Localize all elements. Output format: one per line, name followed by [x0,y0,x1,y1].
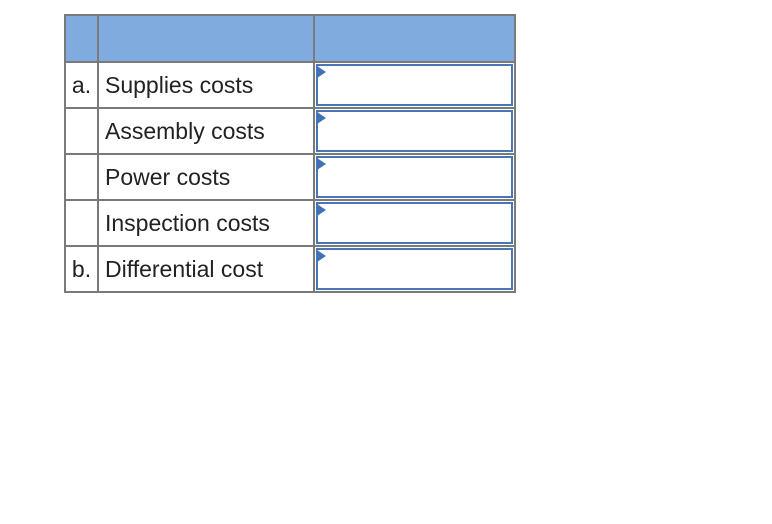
row-marker [64,107,99,155]
value-cell [313,61,516,109]
row-label: Differential cost [97,245,315,293]
table-row: Power costs [64,153,516,201]
supplies-costs-input[interactable] [316,64,513,106]
value-cell [313,199,516,247]
header-cell-marker [64,14,99,63]
table-row: b. Differential cost [64,245,516,293]
table-row: Inspection costs [64,199,516,247]
header-cell-value [313,14,516,63]
row-label: Assembly costs [97,107,315,155]
table-header-row [64,14,516,63]
row-label: Power costs [97,153,315,201]
row-label: Inspection costs [97,199,315,247]
row-marker: b. [64,245,99,293]
inspection-costs-input[interactable] [316,202,513,244]
table-row: Assembly costs [64,107,516,155]
row-marker [64,199,99,247]
assembly-costs-input[interactable] [316,110,513,152]
value-cell [313,107,516,155]
cost-table: a. Supplies costs Assembly costs Power c… [64,14,516,293]
header-cell-label [97,14,315,63]
row-label: Supplies costs [97,61,315,109]
table-row: a. Supplies costs [64,61,516,109]
differential-cost-input[interactable] [316,248,513,290]
row-marker: a. [64,61,99,109]
row-marker [64,153,99,201]
value-cell [313,153,516,201]
value-cell [313,245,516,293]
power-costs-input[interactable] [316,156,513,198]
